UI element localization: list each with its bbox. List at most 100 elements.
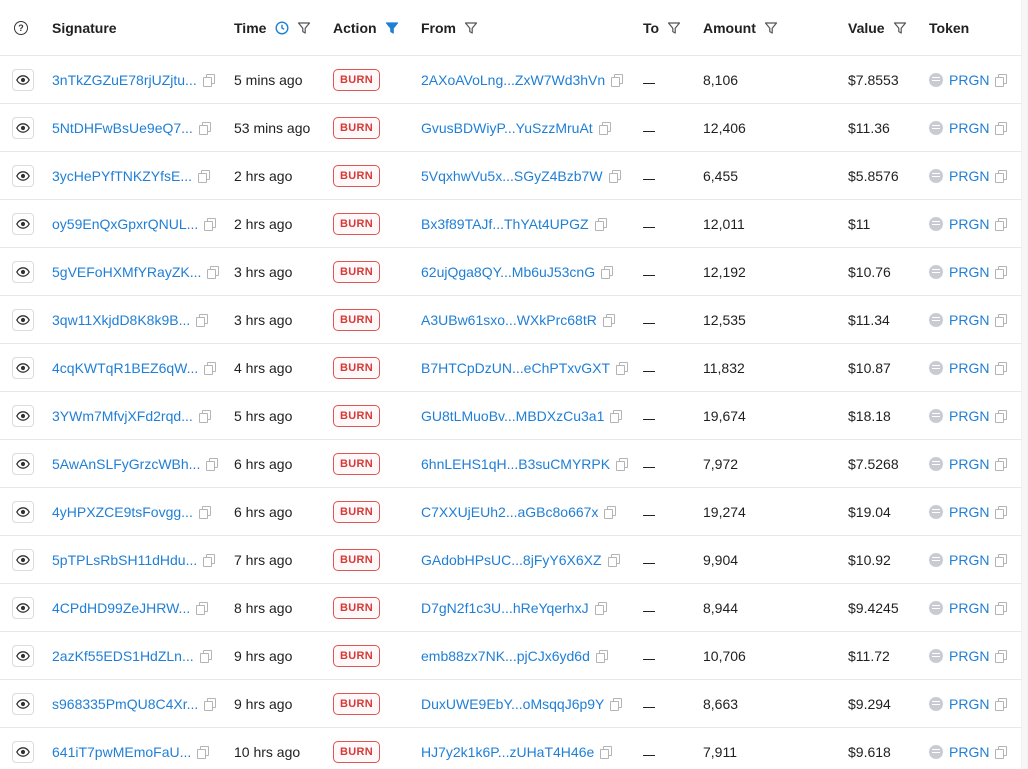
copy-from-icon[interactable] [616, 361, 629, 375]
token-link[interactable]: PRGN [949, 696, 989, 712]
copy-token-icon[interactable] [995, 217, 1008, 231]
token-link[interactable]: PRGN [949, 120, 989, 136]
from-address-link[interactable]: GvusBDWiyP...YuSzzMruAt [421, 120, 593, 136]
from-address-link[interactable]: 5VqxhwVu5x...SGyZ4Bzb7W [421, 168, 603, 184]
copy-token-icon[interactable] [995, 361, 1008, 375]
token-link[interactable]: PRGN [949, 264, 989, 280]
value-filter-icon[interactable] [893, 21, 907, 35]
signature-link[interactable]: 3YWm7MfvjXFd2rqd... [52, 408, 193, 424]
copy-token-icon[interactable] [995, 697, 1008, 711]
copy-signature-icon[interactable] [198, 169, 211, 183]
copy-from-icon[interactable] [594, 217, 607, 231]
copy-signature-icon[interactable] [202, 73, 215, 87]
signature-link[interactable]: 5gVEFoHXMfYRayZK... [52, 264, 201, 280]
copy-token-icon[interactable] [995, 265, 1008, 279]
copy-token-icon[interactable] [995, 505, 1008, 519]
token-link[interactable]: PRGN [949, 408, 989, 424]
signature-link[interactable]: 4cqKWTqR1BEZ6qW... [52, 360, 198, 376]
copy-signature-icon[interactable] [196, 313, 209, 327]
view-details-button[interactable] [12, 116, 34, 139]
view-details-button[interactable] [12, 452, 34, 475]
signature-link[interactable]: 2azKf55EDS1HdZLn... [52, 648, 194, 664]
copy-signature-icon[interactable] [199, 649, 212, 663]
help-column[interactable]: ? [14, 0, 28, 55]
signature-link[interactable]: oy59EnQxGpxrQNUL... [52, 216, 198, 232]
token-link[interactable]: PRGN [949, 72, 989, 88]
copy-from-icon[interactable] [594, 601, 607, 615]
view-details-button[interactable] [12, 356, 34, 379]
view-details-button[interactable] [12, 212, 34, 235]
token-link[interactable]: PRGN [949, 360, 989, 376]
from-address-link[interactable]: B7HTCpDzUN...eChPTxvGXT [421, 360, 610, 376]
view-details-button[interactable] [12, 164, 34, 187]
action-filter-active-icon[interactable] [385, 21, 399, 35]
from-address-link[interactable]: C7XXUjEUh2...aGBc8o667x [421, 504, 598, 520]
from-address-link[interactable]: Bx3f89TAJf...ThYAt4UPGZ [421, 216, 589, 232]
help-icon[interactable]: ? [14, 20, 28, 35]
copy-signature-icon[interactable] [198, 409, 211, 423]
copy-token-icon[interactable] [995, 313, 1008, 327]
view-details-button[interactable] [12, 404, 34, 427]
token-link[interactable]: PRGN [949, 216, 989, 232]
from-address-link[interactable]: GAdobHPsUC...8jFyY6X6XZ [421, 552, 602, 568]
from-address-link[interactable]: 2AXoAVoLng...ZxW7Wd3hVn [421, 72, 605, 88]
clock-icon[interactable] [275, 20, 289, 35]
from-address-link[interactable]: emb88zx7NK...pjCJx6yd6d [421, 648, 590, 664]
view-details-button[interactable] [12, 692, 34, 715]
copy-signature-icon[interactable] [207, 265, 220, 279]
copy-token-icon[interactable] [995, 169, 1008, 183]
view-details-button[interactable] [12, 308, 34, 331]
view-details-button[interactable] [12, 548, 34, 571]
copy-from-icon[interactable] [604, 505, 617, 519]
token-link[interactable]: PRGN [949, 168, 989, 184]
signature-link[interactable]: 3ycHePYfTNKZYfsE... [52, 168, 192, 184]
from-address-link[interactable]: 6hnLEHS1qH...B3suCMYRPK [421, 456, 610, 472]
token-link[interactable]: PRGN [949, 312, 989, 328]
copy-token-icon[interactable] [995, 745, 1008, 759]
signature-link[interactable]: 5pTPLsRbSH11dHdu... [52, 552, 197, 568]
signature-link[interactable]: 4yHPXZCE9tsFovgg... [52, 504, 193, 520]
to-filter-icon[interactable] [667, 21, 681, 35]
signature-link[interactable]: 5NtDHFwBsUe9eQ7... [52, 120, 193, 136]
view-details-button[interactable] [12, 260, 34, 283]
amount-filter-icon[interactable] [764, 21, 778, 35]
copy-from-icon[interactable] [601, 265, 614, 279]
signature-link[interactable]: 641iT7pwMEmoFaU... [52, 744, 191, 760]
copy-signature-icon[interactable] [198, 505, 211, 519]
token-link[interactable]: PRGN [949, 744, 989, 760]
copy-signature-icon[interactable] [204, 217, 217, 231]
signature-link[interactable]: 3qw11XkjdD8K8k9B... [52, 312, 190, 328]
copy-token-icon[interactable] [995, 73, 1008, 87]
signature-link[interactable]: s968335PmQU8C4Xr... [52, 696, 198, 712]
copy-from-icon[interactable] [607, 553, 620, 567]
copy-from-icon[interactable] [616, 457, 629, 471]
copy-from-icon[interactable] [600, 745, 613, 759]
copy-from-icon[interactable] [595, 649, 608, 663]
token-link[interactable]: PRGN [949, 600, 989, 616]
copy-signature-icon[interactable] [198, 121, 211, 135]
copy-signature-icon[interactable] [206, 457, 219, 471]
copy-token-icon[interactable] [995, 649, 1008, 663]
view-details-button[interactable] [12, 68, 34, 91]
view-details-button[interactable] [12, 500, 34, 523]
from-address-link[interactable]: A3UBw61sxo...WXkPrc68tR [421, 312, 597, 328]
from-address-link[interactable]: D7gN2f1c3U...hReYqerhxJ [421, 600, 589, 616]
copy-from-icon[interactable] [611, 73, 624, 87]
copy-from-icon[interactable] [608, 169, 621, 183]
from-address-link[interactable]: HJ7y2k1k6P...zUHaT4H46e [421, 744, 594, 760]
token-link[interactable]: PRGN [949, 552, 989, 568]
from-address-link[interactable]: 62ujQga8QY...Mb6uJ53cnG [421, 264, 595, 280]
signature-link[interactable]: 3nTkZGZuE78rjUZjtu... [52, 72, 197, 88]
from-address-link[interactable]: DuxUWE9EbY...oMsqqJ6p9Y [421, 696, 604, 712]
copy-signature-icon[interactable] [196, 601, 209, 615]
copy-token-icon[interactable] [995, 457, 1008, 471]
token-link[interactable]: PRGN [949, 504, 989, 520]
copy-token-icon[interactable] [995, 553, 1008, 567]
copy-from-icon[interactable] [602, 313, 615, 327]
copy-token-icon[interactable] [995, 121, 1008, 135]
from-address-link[interactable]: GU8tLMuoBv...MBDXzCu3a1 [421, 408, 604, 424]
signature-link[interactable]: 4CPdHD99ZeJHRW... [52, 600, 190, 616]
copy-from-icon[interactable] [610, 409, 623, 423]
copy-token-icon[interactable] [995, 409, 1008, 423]
view-details-button[interactable] [12, 596, 34, 619]
